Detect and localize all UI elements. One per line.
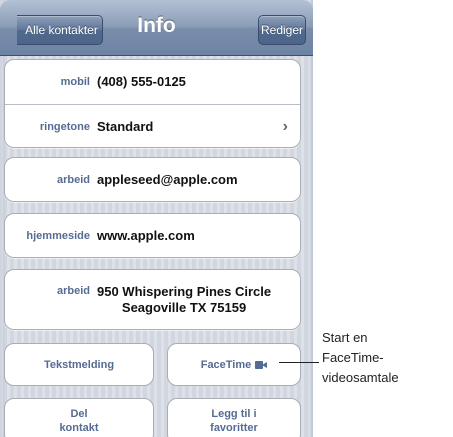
address-line-2: Seagoville TX 75159 xyxy=(121,300,247,315)
phone-group-card: mobil (408) 555-0125 ringetone Standard … xyxy=(4,59,301,148)
video-camera-icon xyxy=(255,360,268,369)
address-line-1: 950 Whispering Pines Circle xyxy=(97,284,272,299)
ringtone-value: Standard xyxy=(97,118,154,134)
mobile-row[interactable]: mobil (408) 555-0125 xyxy=(5,60,300,104)
address-label: arbeid xyxy=(56,285,90,297)
text-message-button[interactable]: Tekstmelding xyxy=(4,343,154,386)
edit-button[interactable]: Rediger xyxy=(258,15,306,45)
chevron-right-icon: › xyxy=(282,117,288,135)
phone-screen: Alle kontakter Info Rediger mobil (408) … xyxy=(0,0,313,437)
favorites-label-line-1: Legg til i xyxy=(211,408,257,420)
email-label: arbeid xyxy=(56,174,90,186)
ringtone-row[interactable]: ringetone Standard › xyxy=(5,104,300,148)
email-card: arbeid appleseed@apple.com xyxy=(4,157,301,202)
callout-line-1: Start en xyxy=(322,330,368,345)
share-label-line-2: kontakt xyxy=(59,422,99,434)
callout-leader-line xyxy=(279,362,319,363)
share-label-line-1: Del xyxy=(70,408,88,420)
address-value: 950 Whispering Pines Circle Seagoville T… xyxy=(97,284,271,316)
back-button-label: Alle kontakter xyxy=(25,23,98,37)
share-contact-button[interactable]: Del kontakt xyxy=(4,398,154,437)
facetime-button[interactable]: FaceTime xyxy=(167,343,301,386)
address-card: arbeid 950 Whispering Pines Circle Seago… xyxy=(4,269,301,330)
callout-line-2: FaceTime- xyxy=(322,350,384,365)
ringtone-label: ringetone xyxy=(39,120,90,133)
email-row[interactable]: arbeid appleseed@apple.com xyxy=(5,158,300,202)
callout-line-3: videosamtale xyxy=(322,370,399,385)
homepage-card: hjemmeside www.apple.com xyxy=(4,213,301,258)
navigation-bar: Alle kontakter Info Rediger xyxy=(0,0,313,56)
address-row[interactable]: arbeid 950 Whispering Pines Circle Seago… xyxy=(5,270,300,330)
homepage-label: hjemmeside xyxy=(26,230,90,242)
mobile-label: mobil xyxy=(60,76,90,88)
callout-text: Start en FaceTime- videosamtale xyxy=(322,328,399,388)
facetime-label: FaceTime xyxy=(200,358,252,371)
email-value: appleseed@apple.com xyxy=(97,172,238,187)
mobile-value: (408) 555-0125 xyxy=(97,74,186,89)
homepage-row[interactable]: hjemmeside www.apple.com xyxy=(5,214,300,258)
homepage-value: www.apple.com xyxy=(97,228,195,243)
favorites-label-line-2: favoritter xyxy=(210,422,258,434)
add-to-favorites-button[interactable]: Legg til i favoritter xyxy=(167,398,301,437)
